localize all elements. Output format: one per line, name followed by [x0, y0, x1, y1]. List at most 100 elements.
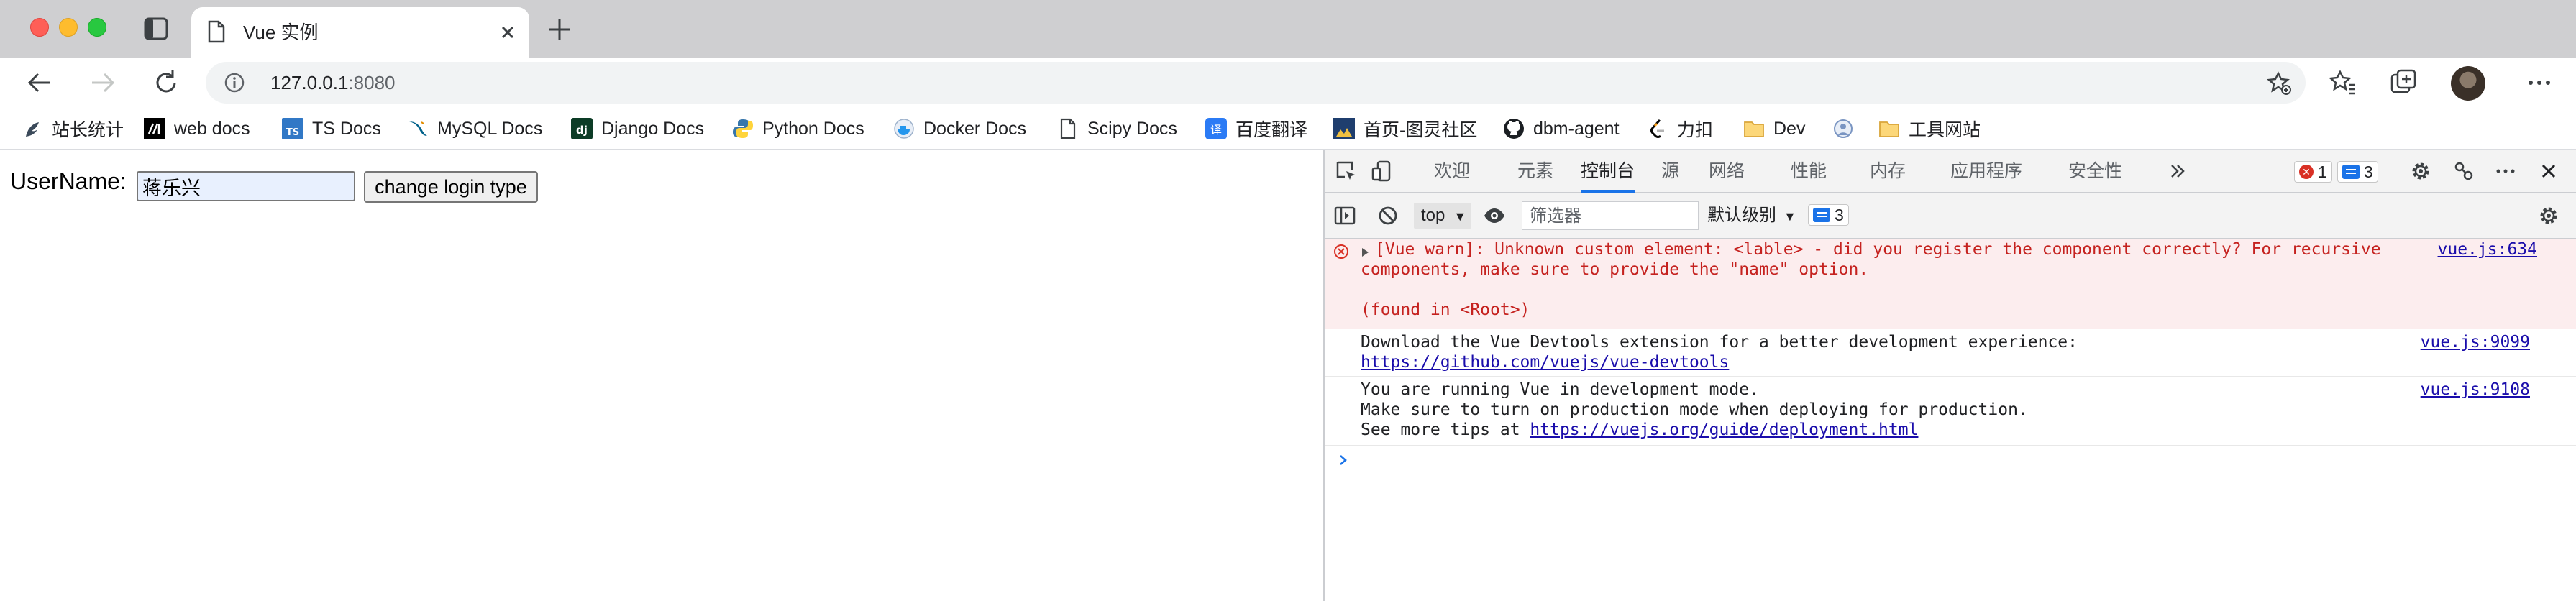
- url-text[interactable]: 127.0.0.1:8080: [270, 62, 396, 104]
- tab-welcome[interactable]: 欢迎: [1434, 150, 1470, 193]
- bookmark-item[interactable]: TS TS Docs: [282, 108, 381, 150]
- deployment-link[interactable]: https://vuejs.org/guide/deployment.html: [1530, 421, 1918, 439]
- tab-actions-icon[interactable]: [144, 17, 168, 40]
- maximize-window-button[interactable]: [88, 18, 106, 37]
- devtools-tab-bar: 欢迎 元素 控制台 源 网络 性能 内存 应用程序 安全性 ✕ 1 3: [1325, 150, 2576, 193]
- error-text-line: (found in <Root>): [1361, 300, 1530, 319]
- docker-icon: [893, 118, 915, 139]
- bookmark-item[interactable]: 站长统计: [22, 108, 124, 150]
- console-settings-gear-icon[interactable]: [2537, 204, 2560, 227]
- inspect-element-icon[interactable]: [1335, 160, 1358, 183]
- source-link[interactable]: vue.js:9099: [2421, 332, 2530, 352]
- close-devtools-icon[interactable]: [2537, 160, 2560, 183]
- tab-title: Vue 实例: [243, 22, 319, 43]
- tab-application[interactable]: 应用程序: [1950, 150, 2022, 193]
- more-tabs-icon[interactable]: [2166, 160, 2189, 183]
- close-window-button[interactable]: [30, 18, 49, 37]
- console-filter-input[interactable]: [1522, 201, 1699, 230]
- tab-network[interactable]: 网络: [1709, 150, 1745, 193]
- tab-sources[interactable]: 源: [1661, 150, 1679, 193]
- collections-icon[interactable]: [2389, 68, 2419, 98]
- bookmark-label: 首页-图灵社区: [1364, 120, 1478, 140]
- bookmark-item[interactable]: 首页-图灵社区: [1333, 108, 1477, 150]
- log-text-line: Download the Vue Devtools extension for …: [1361, 333, 2078, 352]
- log-text-line: See more tips at https://vuejs.org/guide…: [1361, 420, 1918, 440]
- tab-memory[interactable]: 内存: [1870, 150, 1906, 193]
- bookmark-label: TS Docs: [312, 118, 381, 139]
- bookmark-item[interactable]: 工具网站: [1878, 108, 1981, 150]
- tab-elements[interactable]: 元素: [1517, 150, 1553, 193]
- change-login-type-button[interactable]: change login type: [364, 171, 538, 203]
- message-count-badge[interactable]: 3: [2337, 161, 2378, 183]
- live-expression-eye-icon[interactable]: [1483, 204, 1506, 227]
- bookmark-item[interactable]: [1832, 108, 1863, 150]
- device-emulation-icon[interactable]: [1371, 160, 1394, 183]
- log-level-selector[interactable]: 默认级别 ▼: [1707, 203, 1796, 229]
- bookmark-item[interactable]: Python Docs: [732, 108, 864, 150]
- bookmark-item[interactable]: 力扣: [1647, 108, 1713, 150]
- context-selector[interactable]: top ▼: [1414, 203, 1471, 229]
- username-input[interactable]: [137, 171, 355, 201]
- context-value: top: [1421, 206, 1445, 225]
- bookmark-item[interactable]: web docs: [144, 108, 250, 150]
- expand-triangle-icon[interactable]: [1362, 248, 1369, 257]
- github-icon: [1503, 118, 1525, 139]
- devtools-panel: 欢迎 元素 控制台 源 网络 性能 内存 应用程序 安全性 ✕ 1 3 top …: [1323, 150, 2576, 601]
- tab-performance[interactable]: 性能: [1791, 150, 1827, 193]
- devtools-link[interactable]: https://github.com/vuejs/vue-devtools: [1361, 352, 1729, 372]
- new-tab-icon[interactable]: [547, 17, 572, 42]
- address-bar[interactable]: 127.0.0.1:8080: [206, 62, 2306, 104]
- forward-icon[interactable]: [88, 68, 118, 98]
- bookmark-item[interactable]: Docker Docs: [893, 108, 1026, 150]
- chevron-down-icon: ▼: [1453, 209, 1467, 224]
- close-tab-icon[interactable]: [496, 21, 519, 44]
- message-icon: [1813, 208, 1830, 222]
- bookmark-label: MySQL Docs: [437, 118, 543, 139]
- issues-count-badge[interactable]: 3: [1808, 204, 1849, 226]
- error-count-badge[interactable]: ✕ 1: [2294, 161, 2332, 183]
- bookmark-label: 站长统计: [52, 120, 124, 140]
- back-icon[interactable]: [24, 68, 55, 98]
- tab-vue-example[interactable]: Vue 实例: [191, 7, 529, 58]
- minimize-window-button[interactable]: [59, 18, 78, 37]
- bookmark-item[interactable]: Scipy Docs: [1057, 108, 1177, 150]
- show-sidebar-icon[interactable]: [1333, 204, 1356, 227]
- folder-icon: [1878, 118, 1900, 139]
- bookmark-item[interactable]: dbm-agent: [1503, 108, 1620, 150]
- more-options-icon[interactable]: [2524, 68, 2554, 98]
- tips-prefix: See more tips at: [1361, 421, 1530, 439]
- add-favorite-icon[interactable]: [2267, 70, 2293, 96]
- console-error-message: [Vue warn]: Unknown custom element: <lab…: [1325, 239, 2576, 329]
- message-count: 3: [2364, 162, 2373, 181]
- favorites-icon[interactable]: [2327, 68, 2357, 98]
- source-link[interactable]: vue.js:634: [2438, 239, 2537, 260]
- tab-console[interactable]: 控制台: [1581, 150, 1635, 193]
- bookmark-item[interactable]: Dev: [1743, 108, 1805, 150]
- error-count: 1: [2318, 162, 2327, 181]
- svg-text:译: 译: [1210, 123, 1222, 137]
- issues-count: 3: [1835, 205, 1844, 224]
- bookmark-item[interactable]: dj Django Docs: [571, 108, 704, 150]
- reload-icon[interactable]: [151, 68, 181, 98]
- svg-text:TS: TS: [286, 127, 299, 138]
- browser-window: Vue 实例 127.0.0.1:8080 站长统计 web docs TS T…: [0, 0, 2576, 601]
- clear-console-icon[interactable]: [1376, 204, 1399, 227]
- bookmark-label: 力扣: [1677, 120, 1714, 140]
- site-info-icon[interactable]: [224, 73, 245, 93]
- error-circle-icon: [1333, 244, 1349, 260]
- tab-security[interactable]: 安全性: [2068, 150, 2122, 193]
- bookmark-item[interactable]: MySQL Docs: [407, 108, 542, 150]
- source-link[interactable]: vue.js:9108: [2421, 380, 2530, 400]
- bookmark-label: Dev: [1773, 118, 1806, 139]
- bookmark-label: 工具网站: [1909, 120, 1981, 140]
- profile-avatar[interactable]: [2451, 66, 2485, 101]
- mdn-icon: [144, 118, 165, 139]
- turing-icon: [1333, 118, 1355, 139]
- customize-menu-icon[interactable]: [2494, 160, 2517, 183]
- page-content: UserName: change login type: [0, 150, 1323, 601]
- console-prompt-row[interactable]: [1325, 446, 2576, 474]
- bookmark-item[interactable]: 译 百度翻译: [1205, 108, 1307, 150]
- settings-gear-icon[interactable]: [2409, 160, 2432, 183]
- prompt-chevron-icon: [1336, 450, 1351, 470]
- connection-icon[interactable]: [2452, 160, 2475, 183]
